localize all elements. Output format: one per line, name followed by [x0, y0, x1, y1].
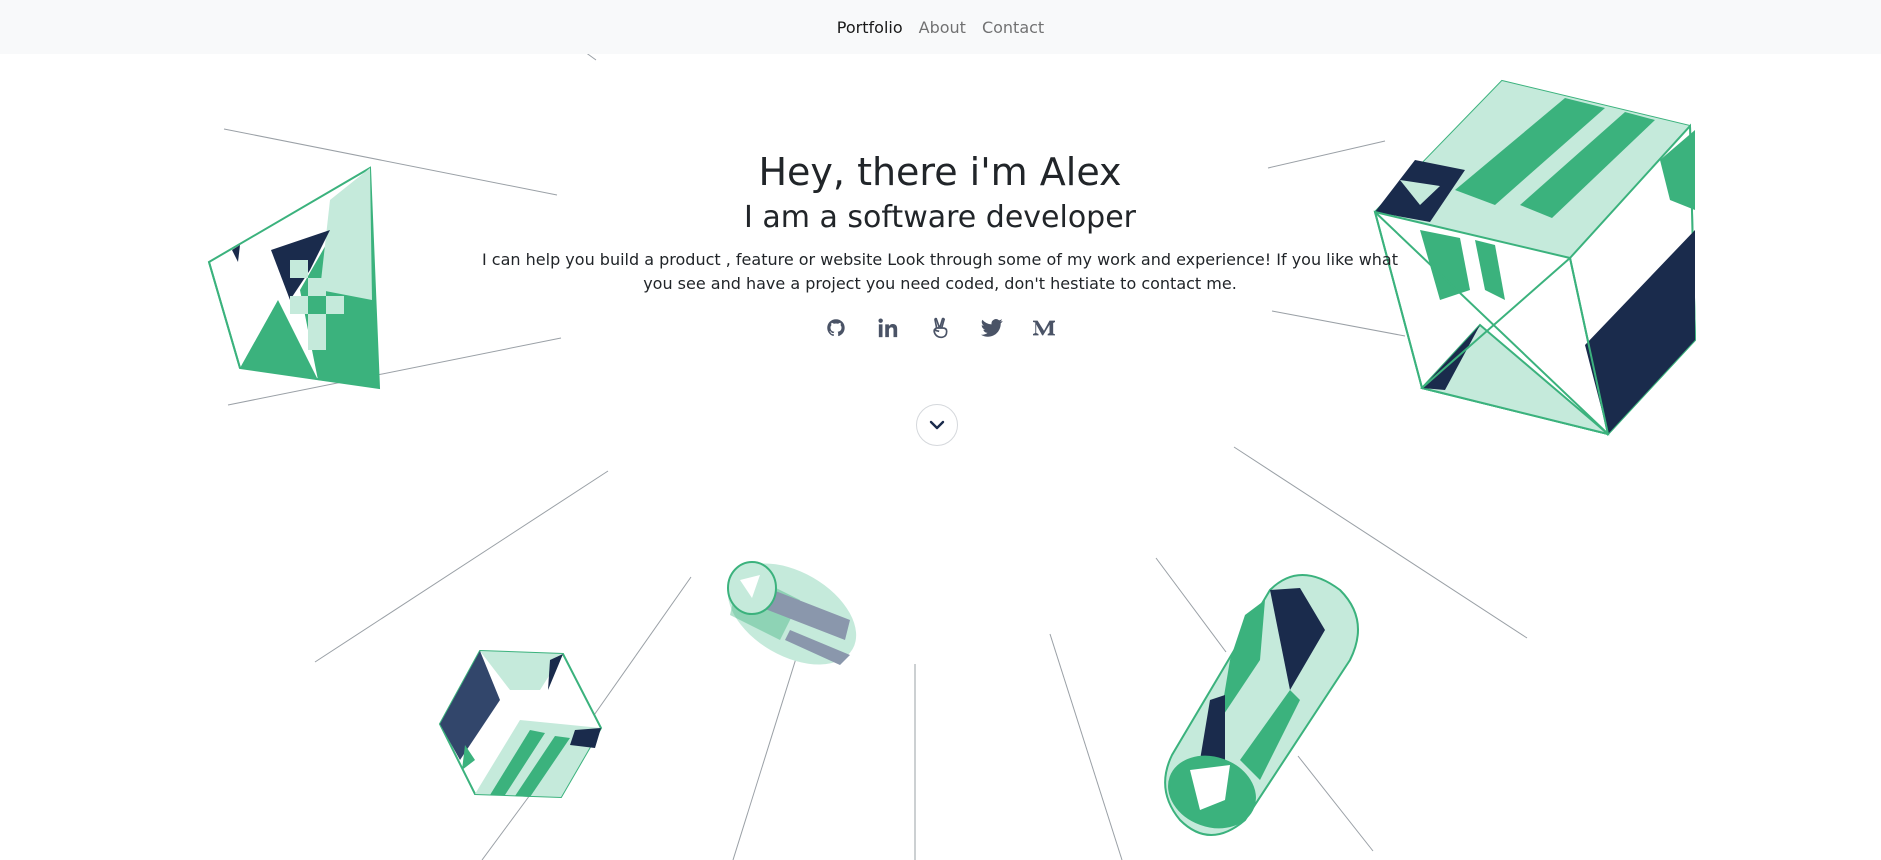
- nav-link-contact[interactable]: Contact: [982, 18, 1044, 37]
- social-links: [440, 316, 1440, 340]
- twitter-link[interactable]: [980, 316, 1004, 340]
- angellist-icon: [933, 317, 948, 338]
- chevron-down-icon: [929, 420, 945, 430]
- github-link[interactable]: [824, 316, 848, 340]
- cylinder-shape-small: [727, 561, 857, 665]
- scroll-down-button[interactable]: [916, 404, 958, 446]
- angellist-link[interactable]: [928, 316, 952, 340]
- top-navbar: Portfolio About Contact: [0, 0, 1881, 54]
- linkedin-link[interactable]: [876, 316, 900, 340]
- twitter-icon: [981, 318, 1003, 337]
- cylinder-shape-large: [1164, 574, 1359, 836]
- linkedin-icon: [878, 318, 898, 337]
- github-icon: [827, 318, 845, 336]
- hero-title: Hey, there i'm Alex: [758, 150, 1122, 194]
- cube-shape-small: [438, 649, 603, 799]
- pyramid-shape: [207, 166, 381, 390]
- hero-description: I can help you build a product , feature…: [482, 249, 1398, 293]
- medium-icon: [1033, 320, 1055, 335]
- hero-section: Hey, there i'm Alex I am a software deve…: [440, 150, 1440, 340]
- hero-subtitle: I am a software developer: [743, 199, 1137, 235]
- medium-link[interactable]: [1032, 316, 1056, 340]
- nav-link-about[interactable]: About: [919, 18, 966, 37]
- nav-link-portfolio[interactable]: Portfolio: [837, 18, 903, 37]
